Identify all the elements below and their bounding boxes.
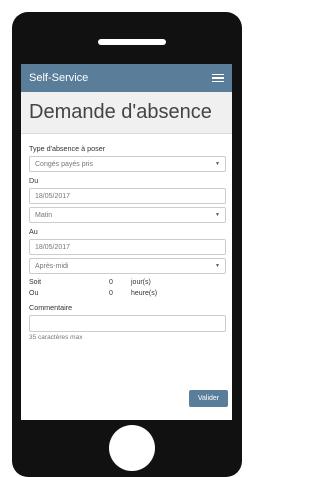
top-navbar: Self-Service [21, 64, 232, 92]
comment-hint: 35 caractères max [29, 334, 83, 341]
submit-button[interactable]: Valider [189, 390, 228, 407]
du-period-value: Matin [35, 211, 53, 219]
page-title: Demande d'absence [29, 101, 212, 123]
ou-label: Ou [29, 290, 39, 297]
home-button[interactable] [109, 425, 155, 471]
comment-label: Commentaire [29, 303, 73, 312]
comment-input[interactable] [29, 315, 226, 332]
au-period-value: Après-midi [35, 262, 69, 270]
absence-form: Type d'absence à poser Congés payés pris… [21, 134, 232, 341]
app-screen: Self-Service Demande d'absence Type d'ab… [21, 64, 232, 420]
absence-type-label: Type d'absence à poser [29, 144, 106, 153]
app-name: Self-Service [29, 72, 89, 84]
du-date-input[interactable]: 18/05/2017 [29, 188, 226, 204]
au-date-value: 18/05/2017 [35, 243, 71, 251]
soit-row: Soit 0 jour(s) [29, 277, 226, 288]
phone-speaker [98, 39, 166, 45]
soit-value: 0 [109, 279, 113, 286]
chevron-down-icon: ▼ [215, 161, 220, 167]
au-period-select[interactable]: Après-midi ▼ [29, 258, 226, 274]
absence-type-select[interactable]: Congés payés pris ▼ [29, 156, 226, 172]
du-period-select[interactable]: Matin ▼ [29, 207, 226, 223]
chevron-down-icon: ▼ [215, 263, 220, 269]
au-label: Au [29, 227, 38, 236]
du-date-value: 18/05/2017 [35, 192, 71, 200]
ou-unit: heure(s) [131, 290, 158, 297]
soit-label: Soit [29, 279, 42, 286]
absence-type-value: Congés payés pris [35, 160, 93, 168]
chevron-down-icon: ▼ [215, 212, 220, 218]
soit-unit: jour(s) [131, 279, 151, 286]
title-bar: Demande d'absence [21, 92, 232, 134]
ou-row: Ou 0 heure(s) [29, 288, 226, 299]
hamburger-menu-icon[interactable] [212, 73, 224, 83]
ou-value: 0 [109, 290, 113, 297]
du-label: Du [29, 176, 39, 185]
au-date-input[interactable]: 18/05/2017 [29, 239, 226, 255]
